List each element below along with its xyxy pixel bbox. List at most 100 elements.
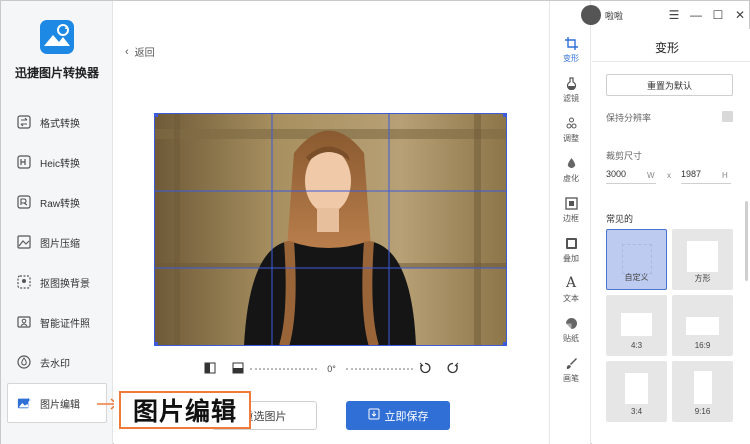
close-icon[interactable]: ✕ [729, 4, 750, 26]
nav-label: 智能证件照 [40, 318, 90, 330]
raw-icon [17, 195, 31, 209]
rotation-angle: 0° [327, 364, 336, 374]
flip-horizontal-icon[interactable] [204, 362, 216, 377]
text-icon: A [565, 275, 577, 291]
app-logo [40, 20, 74, 54]
image-edit-icon [17, 396, 31, 410]
preset-label: 9:16 [694, 407, 711, 416]
save-now-button[interactable]: 立即保存 [346, 401, 450, 430]
reset-default-button[interactable]: 重置为默认 [606, 74, 733, 96]
height-unit: H [722, 171, 728, 180]
tools-column: 变形 滤镜 调整 虚化 边框 叠加 A 文本 贴纸 画笔 [549, 1, 591, 444]
preset-16-9[interactable]: 16:9 [672, 295, 733, 356]
blur-icon [564, 156, 578, 170]
preset-3-4[interactable]: 3:4 [606, 361, 667, 422]
nav-item-raw[interactable]: Raw转换 [1, 182, 113, 222]
crop-icon [564, 36, 578, 50]
sidebar: 迅捷图片转换器 格式转换 Heic转换 Raw转换 图片压缩 抠图换背景 智能证… [1, 1, 119, 444]
preset-shape [694, 371, 712, 404]
width-underline [606, 183, 656, 184]
preset-label: 16:9 [694, 341, 711, 350]
nav-label: 图片编辑 [40, 399, 80, 411]
avatar[interactable] [581, 5, 601, 25]
heic-icon [17, 155, 31, 169]
tool-filter[interactable]: 滤镜 [550, 70, 592, 110]
title-bar: 啦啦 ☰ — ☐ ✕ [579, 1, 750, 29]
chevron-left-icon: ‹ [125, 45, 129, 58]
nav-item-compress[interactable]: 图片压缩 [1, 222, 113, 262]
preset-label: 自定义 [624, 273, 649, 282]
cutout-icon [17, 275, 31, 289]
rotate-left-icon[interactable] [419, 362, 431, 377]
preset-custom[interactable]: 自定义 [606, 229, 667, 290]
border-icon [564, 196, 578, 210]
nav-label: Heic转换 [40, 158, 81, 170]
id-photo-icon [17, 315, 31, 329]
nav-label: 格式转换 [40, 118, 80, 130]
preset-shape [687, 241, 718, 272]
nav-item-watermark[interactable]: 去水印 [1, 342, 113, 382]
flip-vertical-icon[interactable] [232, 362, 244, 377]
preset-label: 4:3 [630, 341, 643, 350]
tool-border[interactable]: 边框 [550, 190, 592, 230]
tool-sticker[interactable]: 贴纸 [550, 310, 592, 350]
dimension-separator: x [667, 171, 671, 180]
panel-scrollbar[interactable] [745, 201, 748, 281]
keep-resolution-checkbox[interactable] [722, 111, 733, 122]
save-label: 立即保存 [384, 410, 429, 423]
preset-square[interactable]: 方形 [672, 229, 733, 290]
panel-title: 变形 [654, 41, 679, 55]
app-name: 迅捷图片转换器 [14, 66, 99, 80]
width-unit: W [647, 171, 655, 180]
tool-overlay[interactable]: 叠加 [550, 230, 592, 270]
maximize-icon[interactable]: ☐ [707, 4, 729, 26]
menu-icon[interactable]: ☰ [663, 4, 685, 26]
user-name[interactable]: 啦啦 [605, 9, 623, 22]
tool-adjust[interactable]: 调整 [550, 110, 592, 150]
preset-label: 3:4 [630, 407, 643, 416]
crop-size-label: 裁剪尺寸 [606, 151, 643, 161]
overlay-icon [564, 236, 578, 250]
nav-label: 去水印 [40, 358, 70, 370]
tool-label: 调整 [563, 134, 579, 143]
nav-item-image-edit[interactable]: 图片编辑 [7, 383, 107, 423]
tool-brush[interactable]: 画笔 [550, 350, 592, 390]
nav-label: Raw转换 [40, 198, 81, 210]
edited-photo[interactable] [154, 113, 507, 346]
editor-canvas: ‹ 返回 0° 重选图片 立即保存 [114, 1, 549, 444]
tool-text[interactable]: A 文本 [550, 270, 592, 310]
nav-label: 图片压缩 [40, 238, 80, 250]
tool-label: 叠加 [563, 254, 579, 263]
tool-label: 虚化 [563, 174, 579, 183]
tool-transform[interactable]: 变形 [550, 30, 592, 70]
nav-item-cutout[interactable]: 抠图换背景 [1, 262, 113, 302]
nav-item-heic[interactable]: Heic转换 [1, 142, 113, 182]
rotation-slider-left[interactable] [250, 368, 318, 370]
back-label: 返回 [134, 48, 155, 59]
back-button[interactable]: ‹ 返回 [125, 44, 155, 60]
preset-shape [625, 373, 648, 404]
nav-item-id-photo[interactable]: 智能证件照 [1, 302, 113, 342]
common-presets-label: 常见的 [606, 214, 634, 224]
nav-item-format-convert[interactable]: 格式转换 [1, 102, 113, 142]
rotation-slider-right[interactable] [345, 368, 414, 370]
preset-9-16[interactable]: 9:16 [672, 361, 733, 422]
height-underline [681, 183, 731, 184]
adjust-icon [564, 116, 578, 130]
rotate-right-icon[interactable] [447, 362, 459, 377]
watermark-icon [17, 355, 31, 369]
minimize-icon[interactable]: — [685, 4, 707, 26]
compress-icon [17, 235, 31, 249]
save-icon [368, 408, 380, 423]
preset-4-3[interactable]: 4:3 [606, 295, 667, 356]
tool-blur[interactable]: 虚化 [550, 150, 592, 190]
crop-height-input[interactable]: 1987 [681, 169, 701, 179]
rotate-toolbar: 0° [204, 361, 459, 377]
brush-icon [564, 356, 578, 370]
crop-width-input[interactable]: 3000 [606, 169, 626, 179]
tool-label: 文本 [563, 294, 579, 303]
transform-panel: 变形 重置为默认 保持分辨率 裁剪尺寸 3000 W x 1987 H 常见的 … [592, 29, 750, 444]
tool-label: 画笔 [563, 374, 579, 383]
annotation-callout: 图片编辑 [119, 391, 251, 429]
tool-label: 贴纸 [563, 334, 579, 343]
